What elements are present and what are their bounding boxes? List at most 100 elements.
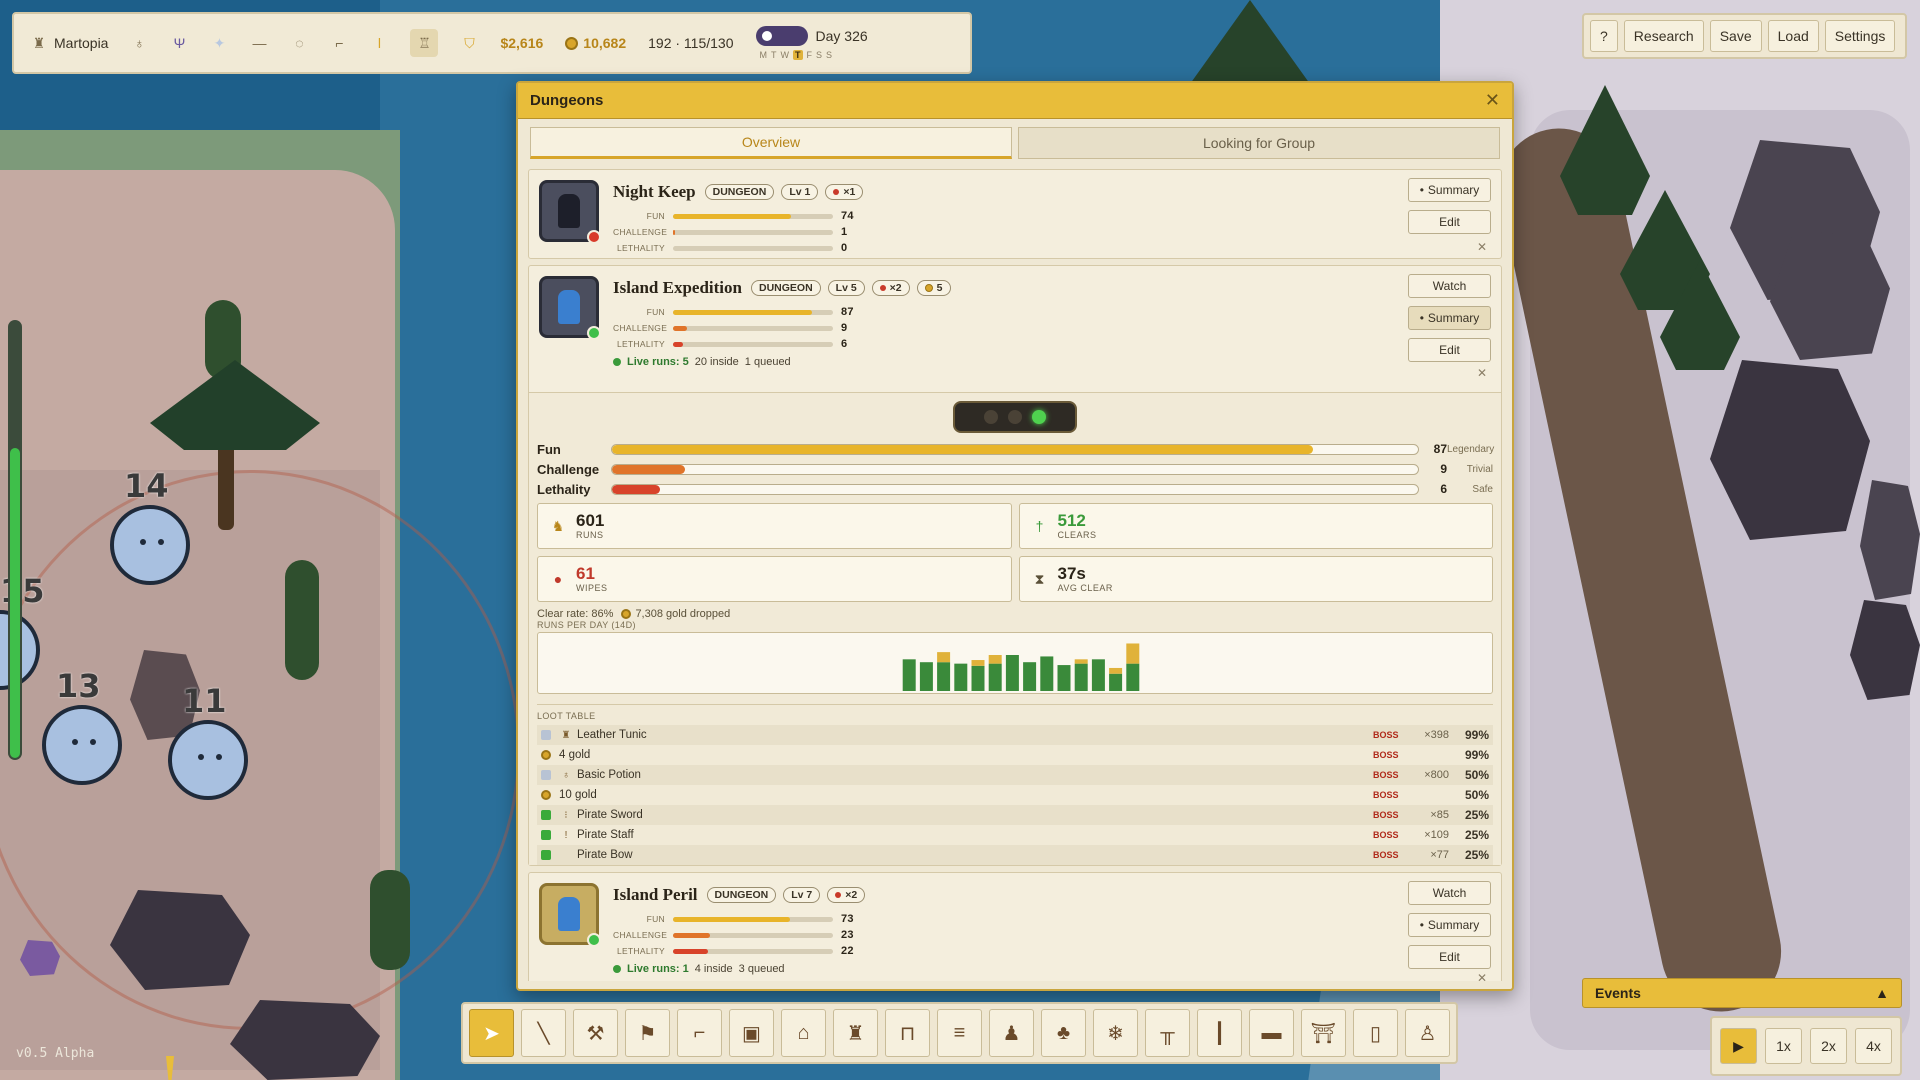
summary-button[interactable]: • Summary [1408,306,1491,330]
creature-unit[interactable]: 11 [168,682,248,800]
creature-unit[interactable]: 14 [110,467,190,585]
statue-icon[interactable]: ♟ [989,1009,1034,1057]
status-dot [587,933,601,947]
challenge-value: 23 [841,929,854,941]
fun-value: 73 [841,913,854,925]
creature-eye [216,754,222,760]
rating-value: 9 [1440,462,1447,476]
lamp-icon[interactable]: ┃ [1197,1009,1242,1057]
loot-name: 10 gold [559,789,597,801]
shrine-icon[interactable]: ⛩ [1301,1009,1346,1057]
badge-icon[interactable]: ⛉ [460,34,478,52]
edit-button[interactable]: Edit [1408,338,1491,362]
portal-icon[interactable]: ▯ [1353,1009,1398,1057]
live-runs: Live runs: 1 4 inside 3 queued [613,963,1491,975]
speed-2x-button[interactable]: 2x [1810,1028,1847,1064]
stat-value: 61 [576,564,595,583]
money-value: $2,616 [500,35,544,51]
sword-icon[interactable]: — [250,34,268,52]
traffic-light-indicator [953,401,1077,433]
loot-row[interactable]: Pirate Bow BOSS ×77 25% [537,845,1493,865]
creature-level: 13 [56,667,101,705]
chest-icon[interactable]: ▣ [729,1009,774,1057]
party-badge: ×1 [825,184,864,200]
city-indicator[interactable]: ♜ Martopia [30,34,109,52]
edit-button[interactable]: Edit [1408,210,1491,234]
boss-tag: BOSS [1373,830,1399,840]
research-button[interactable]: Research [1623,20,1704,52]
close-icon[interactable]: ✕ [1485,90,1500,111]
settings-button[interactable]: Settings [1824,20,1896,52]
remove-dungeon-icon[interactable]: ✕ [1477,366,1487,380]
ramp-icon[interactable]: ⌐ [677,1009,722,1057]
loot-row[interactable]: ♁ Basic Potion BOSS ×800 50% [537,765,1493,785]
potion-icon[interactable]: ♁ [130,34,148,52]
help-button[interactable]: ? [1590,20,1618,52]
table-icon[interactable]: ▬ [1249,1009,1294,1057]
lethality-bar-fill [673,948,709,954]
summary-button[interactable]: • Summary [1408,178,1491,202]
stat-label: LETHALITY [616,339,665,349]
stat-label: CHALLENGE [613,930,668,940]
loot-count: ×85 [1430,809,1449,821]
rating-row: Fun 87 Legendary [537,439,1494,459]
loot-row[interactable]: ! Pirate Staff BOSS ×109 25% [537,825,1493,845]
flag-icon[interactable]: ⚑ [625,1009,670,1057]
dungeon-card[interactable]: Night Keep DUNGEON Lv 1 ×1 FUN 74 CHALLEN… [528,169,1502,259]
edit-button[interactable]: Edit [1408,945,1491,969]
loot-row[interactable]: 4 gold BOSS 99% [537,745,1493,765]
dungeon-card[interactable]: Island Peril DUNGEON Lv 7 ×2 FUN 73 CHALL… [528,872,1502,981]
bench-icon[interactable]: ╥ [1145,1009,1190,1057]
boss-tag: BOSS [1373,750,1399,760]
save-button[interactable]: Save [1709,20,1762,52]
bar-wipes [937,652,951,663]
tab-overview[interactable]: Overview [530,127,1012,159]
remove-dungeon-icon[interactable]: ✕ [1477,971,1487,981]
stat-label: CHALLENGE [613,323,668,333]
rarity-swatch [541,730,551,740]
stat-label: CHALLENGE [613,227,668,237]
bar-clears [919,662,933,691]
loot-row[interactable]: ⁝ Pirate Sword BOSS ×85 25% [537,805,1493,825]
dungeon-list[interactable]: Night Keep DUNGEON Lv 1 ×1 FUN 74 CHALLEN… [528,169,1502,981]
figure-icon [558,290,580,324]
trident-icon[interactable]: Ψ [170,34,188,52]
pointer-icon[interactable]: ➤ [469,1009,514,1057]
remove-dungeon-icon[interactable]: ✕ [1477,240,1487,254]
tree-icon[interactable]: ♣ [1041,1009,1086,1057]
loot-row[interactable]: 10 gold BOSS 50% [537,785,1493,805]
figure-icon[interactable]: ♙ [1405,1009,1450,1057]
watch-button[interactable]: Watch [1408,274,1491,298]
inside-count: 20 inside [694,356,739,368]
gate-icon[interactable]: ⊓ [885,1009,930,1057]
stick-icon[interactable]: ╲ [521,1009,566,1057]
speed-4x-button[interactable]: 4x [1855,1028,1892,1064]
load-button[interactable]: Load [1767,20,1819,52]
creature-unit[interactable]: 13 [42,667,122,785]
tower-icon[interactable]: ♜ [833,1009,878,1057]
tab-looking-for-group[interactable]: Looking for Group [1018,127,1500,159]
rating-bar [611,483,1419,495]
challenge-bar [673,932,833,938]
bullet-icon: • [1419,311,1424,325]
play-button[interactable]: ▶ [1720,1028,1757,1064]
dungeon-card[interactable]: Island Expedition DUNGEON Lv 5 ×2 5 FUN 8… [528,265,1502,866]
events-panel-header[interactable]: Events ▲ [1582,978,1902,1008]
hammer-icon[interactable]: ⚒ [573,1009,618,1057]
rating-row: Lethality 6 Safe [537,479,1493,499]
torch-icon[interactable]: ǀ [370,34,388,52]
summary-button[interactable]: • Summary [1408,913,1491,937]
pickaxe-icon[interactable]: ⌐ [330,34,348,52]
crystal-icon[interactable]: ❄ [1093,1009,1138,1057]
loot-count: ×109 [1424,829,1449,841]
house-icon[interactable]: ⌂ [781,1009,826,1057]
watch-button[interactable]: Watch [1408,881,1491,905]
shield-icon[interactable]: ◌ [290,34,308,52]
tower-icon[interactable]: ♖ [410,29,439,57]
bridge-icon[interactable]: ≡ [937,1009,982,1057]
loot-name: Leather Tunic [577,729,647,741]
drop-chance: 99% [1464,748,1489,762]
loot-row[interactable]: ♜ Leather Tunic BOSS ×398 99% [537,725,1493,745]
cross-icon[interactable]: ✦ [210,34,228,52]
speed-1x-button[interactable]: 1x [1765,1028,1802,1064]
